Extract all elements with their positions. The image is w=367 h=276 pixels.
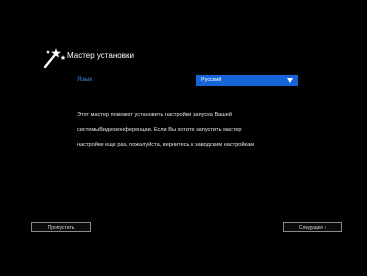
next-button[interactable]: Следущее ›	[283, 222, 342, 232]
magic-wand-icon	[43, 48, 66, 69]
wizard-title: Мастер установки	[67, 51, 134, 60]
setup-wizard-screen: Мастер установки Язык Русский Этот масте…	[0, 0, 367, 276]
description-line-2: системыВидеоконференции. Если Вы хотите …	[77, 127, 242, 133]
language-select[interactable]: Русский	[196, 75, 298, 86]
description-line-3: настройки еще раз, пожалуйста, вернитесь…	[77, 142, 255, 148]
language-select-value: Русский	[201, 77, 222, 83]
chevron-down-icon	[287, 78, 293, 83]
language-label: Язык	[77, 76, 93, 83]
description-line-1: Этот мастер поможет установить настройки…	[77, 112, 233, 118]
skip-button[interactable]: Пропустить	[31, 222, 91, 232]
